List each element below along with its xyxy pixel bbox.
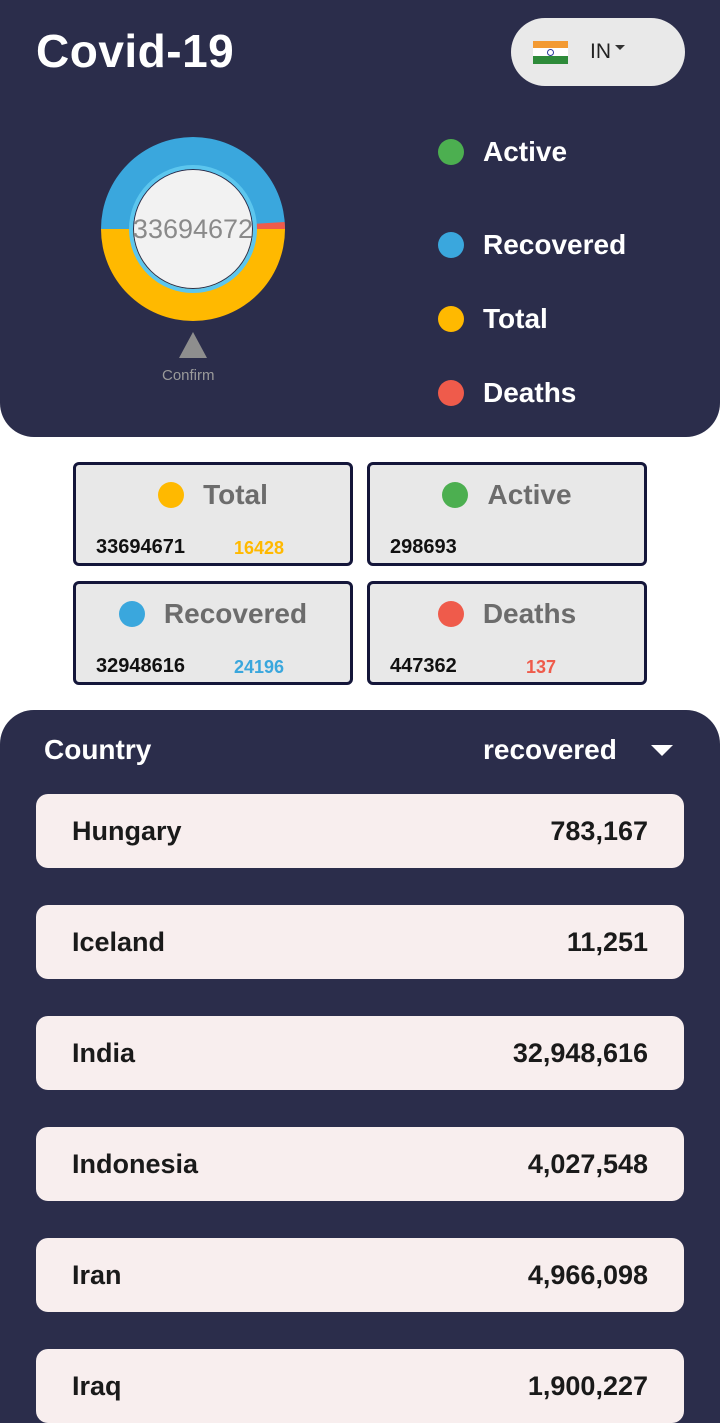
confirm-label: Confirm (162, 367, 215, 384)
list-item[interactable]: Indonesia 4,027,548 (36, 1127, 684, 1201)
list-item[interactable]: India 32,948,616 (36, 1016, 684, 1090)
card-total[interactable]: Total 33694671 16428 (73, 462, 353, 566)
green-dot-icon (438, 139, 464, 165)
legend-label: Deaths (483, 377, 577, 408)
yellow-dot-icon (158, 482, 185, 508)
card-active[interactable]: Active 298693 (367, 462, 647, 566)
legend-item-active: Active (438, 134, 626, 170)
country-name: Hungary (72, 815, 182, 846)
chevron-down-icon (615, 44, 625, 50)
card-recovered[interactable]: Recovered 32948616 24196 (73, 581, 353, 685)
yellow-dot-icon (438, 306, 464, 332)
blue-dot-icon (438, 232, 464, 258)
card-value: 32948616 (96, 655, 185, 677)
card-deaths[interactable]: Deaths 447362 137 (367, 581, 647, 685)
card-title: Active (487, 479, 572, 510)
card-delta: 16428 (234, 538, 285, 558)
card-value: 447362 (390, 655, 457, 677)
legend-item-recovered: Recovered (438, 208, 626, 282)
sort-dropdown[interactable]: recovered (483, 734, 673, 766)
list-item[interactable]: Iran 4,966,098 (36, 1238, 684, 1312)
donut-center-value: 33694672 (132, 213, 254, 244)
country-name: Iceland (72, 926, 166, 957)
list-item[interactable]: Iceland 11,251 (36, 905, 684, 979)
country-value: 4,966,098 (527, 1259, 648, 1290)
list-item[interactable]: Hungary 783,167 (36, 794, 684, 868)
country-name: India (72, 1037, 136, 1068)
red-dot-icon (438, 380, 464, 406)
app-title: Covid-19 (36, 25, 235, 77)
card-delta: 137 (526, 657, 557, 677)
green-dot-icon (442, 482, 469, 508)
card-value: 33694671 (96, 536, 185, 558)
country-value: 1,900,227 (527, 1370, 648, 1401)
triangle-up-icon (179, 332, 207, 358)
card-delta: 24196 (234, 657, 285, 677)
blue-dot-icon (118, 601, 145, 627)
country-value: 783,167 (550, 815, 648, 846)
legend-label: Total (483, 303, 548, 334)
country-name: Iraq (72, 1370, 122, 1401)
country-list-panel: Country recovered Hungary 783,167 Icelan… (0, 710, 720, 1423)
legend-label: Recovered (483, 229, 627, 260)
card-value: 298693 (390, 536, 457, 558)
country-value: 4,027,548 (527, 1148, 648, 1179)
legend-item-deaths: Deaths (438, 356, 626, 430)
donut-chart: 33694672 (100, 136, 286, 322)
column-header-country: Country (44, 734, 152, 765)
country-value: 32,948,616 (512, 1037, 648, 1068)
country-code: IN (590, 40, 611, 63)
country-name: Iran (72, 1259, 122, 1290)
summary-panel: Covid-19 IN 33694672 Confirm Active Reco… (0, 0, 720, 437)
card-title: Recovered (163, 598, 308, 629)
country-selector[interactable]: IN (511, 18, 685, 86)
card-title: Total (203, 479, 268, 510)
legend-label: Active (483, 136, 568, 167)
card-title: Deaths (482, 598, 577, 629)
legend: Active Recovered Total Deaths (438, 134, 626, 430)
country-name: Indonesia (72, 1148, 199, 1179)
country-value: 11,251 (566, 926, 648, 957)
india-flag-icon (533, 40, 568, 64)
red-dot-icon (437, 601, 464, 627)
legend-item-total: Total (438, 282, 626, 356)
sort-label: recovered (483, 734, 617, 765)
chevron-down-icon (650, 744, 673, 756)
country-list[interactable]: Hungary 783,167 Iceland 11,251 India 32,… (36, 794, 684, 1423)
list-item[interactable]: Iraq 1,900,227 (36, 1349, 684, 1423)
